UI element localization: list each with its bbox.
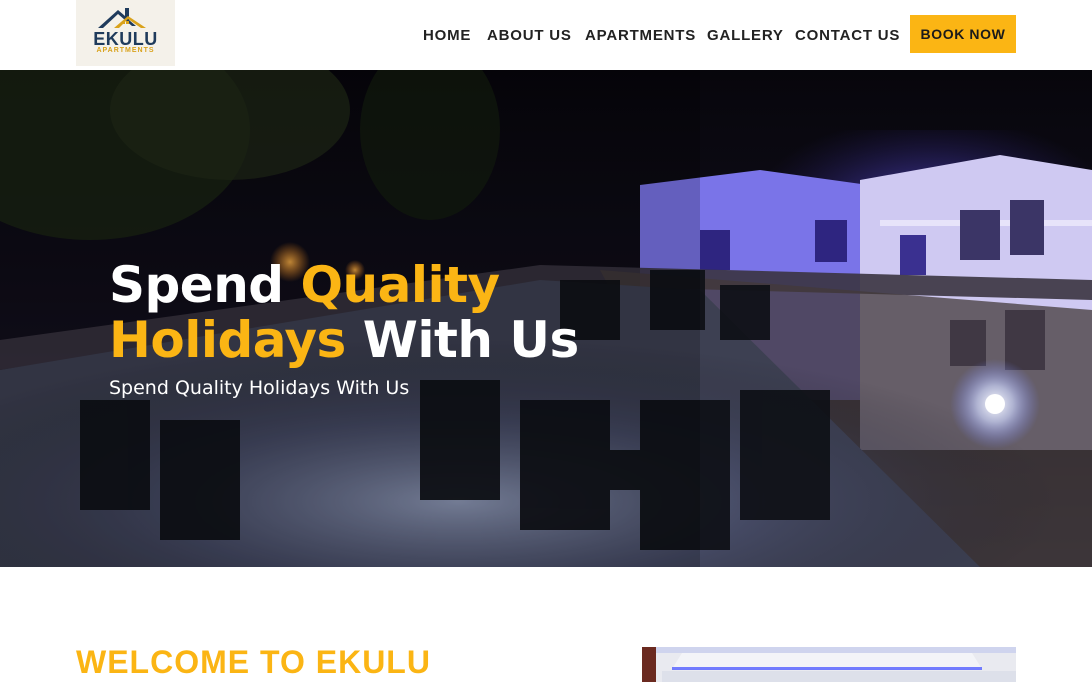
logo-tagline: APARTMENTS — [96, 47, 155, 54]
hero-title: Spend Quality Holidays With Us — [109, 258, 629, 368]
logo-roof-icon — [98, 8, 146, 28]
nav-about-us[interactable]: ABOUT US — [487, 27, 572, 44]
nav-apartments[interactable]: APARTMENTS — [585, 27, 696, 44]
hero-title-part2: With Us — [345, 311, 580, 369]
nav-home[interactable]: HOME — [423, 27, 471, 44]
hero-title-part1: Spend — [109, 256, 301, 314]
hero-subtitle: Spend Quality Holidays With Us — [109, 377, 410, 399]
nav-contact-us[interactable]: CONTACT US — [795, 27, 900, 44]
brand-logo[interactable]: EKULU APARTMENTS — [76, 0, 175, 66]
welcome-heading: WELCOME TO EKULU — [76, 644, 431, 680]
nav-gallery[interactable]: GALLERY — [707, 27, 784, 44]
site-header: EKULU APARTMENTS HOME ABOUT US APARTMENT… — [0, 0, 1092, 70]
book-now-button[interactable]: BOOK NOW — [910, 15, 1016, 53]
hero-banner: Spend Quality Holidays With Us Spend Qua… — [0, 70, 1092, 567]
room-photo — [642, 647, 1016, 682]
